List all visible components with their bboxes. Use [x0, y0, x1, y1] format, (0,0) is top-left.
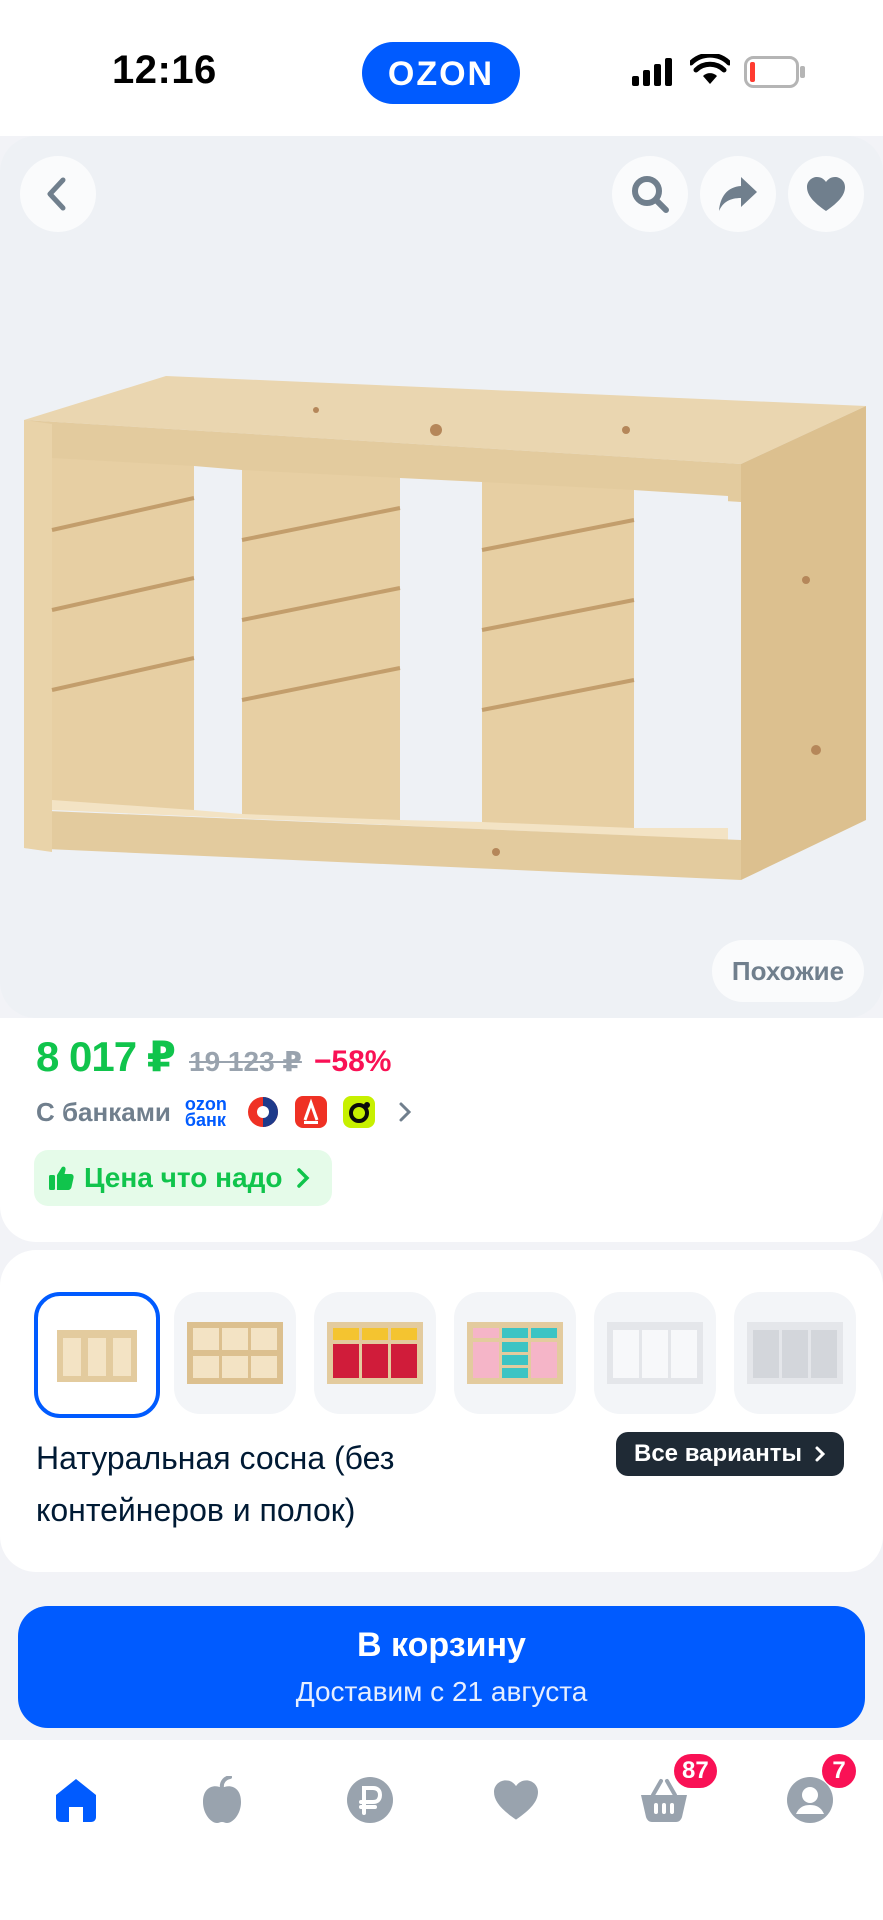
variant-thumb-white-boxes[interactable]	[734, 1292, 856, 1414]
variant-image	[187, 1322, 283, 1384]
bank-logo-alfa-icon	[294, 1096, 327, 1128]
variant-image	[747, 1322, 843, 1384]
product-gallery[interactable]: Похожие	[0, 136, 883, 1018]
bottom-navigation: 87 7	[0, 1740, 883, 1920]
variant-thumb-natural-pine[interactable]	[34, 1292, 160, 1418]
wifi-icon	[690, 54, 730, 84]
ozon-bank-logo: ozon банк	[184, 1095, 237, 1130]
price-row: 8 017 ₽ 19 123 ₽ −58%	[36, 1032, 391, 1088]
nav-finance[interactable]	[338, 1768, 402, 1832]
variant-thumbnails[interactable]	[34, 1292, 883, 1418]
promo-label: Цена что надо	[84, 1162, 283, 1193]
share-arrow-icon	[719, 177, 757, 211]
selected-variant-name: Натуральная сосна (без контейнеров и пол…	[36, 1440, 395, 1528]
favorite-button[interactable]	[788, 156, 864, 232]
cellular-signal-icon	[632, 58, 672, 86]
bank-logo-green-icon	[342, 1096, 375, 1128]
delivery-date-label: Доставим с 21 августа	[295, 1676, 588, 1707]
variant-thumb-red-yellow-boxes[interactable]	[314, 1292, 436, 1414]
add-to-cart-button[interactable]: В корзину Доставим с 21 августа	[18, 1606, 865, 1728]
status-bar: 12:16 OZON	[0, 0, 883, 136]
nav-fresh[interactable]	[190, 1768, 254, 1832]
variant-image	[327, 1322, 423, 1384]
add-to-cart-label: В корзину	[357, 1626, 526, 1664]
old-price: 19 123 ₽	[189, 1046, 302, 1077]
variants-section: Натуральная сосна (без контейнеров и пол…	[0, 1250, 883, 1572]
apple-icon	[203, 1776, 241, 1823]
bank-offers-row[interactable]: С банками ozon банк	[36, 1092, 413, 1132]
search-icon	[632, 176, 669, 213]
ozon-bank-logo-line2: банк	[184, 1110, 226, 1130]
home-icon	[56, 1779, 96, 1822]
price-section: 8 017 ₽ 19 123 ₽ −58% С банками ozon бан…	[0, 1018, 883, 1242]
product-image-shelf	[24, 376, 866, 880]
variant-image	[607, 1322, 703, 1384]
similar-products-button[interactable]: Похожие	[712, 940, 864, 1002]
nav-profile[interactable]: 7	[778, 1754, 856, 1832]
chevron-right-icon	[297, 1168, 310, 1188]
profile-notification-badge: 7	[822, 1754, 856, 1788]
banks-label: С банками	[36, 1096, 171, 1127]
chevron-left-icon	[47, 177, 66, 211]
variant-thumb-pink-turquoise-boxes[interactable]	[454, 1292, 576, 1414]
current-price: 8 017 ₽	[36, 1033, 176, 1080]
variant-image	[57, 1330, 137, 1382]
ozon-logo[interactable]: OZON	[362, 42, 520, 104]
cart-count-badge: 87	[674, 1754, 717, 1788]
variant-thumb-white[interactable]	[594, 1292, 716, 1414]
nav-home[interactable]	[44, 1768, 108, 1832]
price-promo-badge[interactable]: Цена что надо	[34, 1150, 333, 1206]
back-button[interactable]	[20, 156, 96, 232]
ozon-logo-text: OZON	[387, 55, 495, 93]
heart-icon	[807, 177, 845, 211]
variant-image	[467, 1322, 563, 1384]
ruble-icon	[347, 1777, 393, 1823]
thumbs-up-icon	[49, 1166, 74, 1190]
search-button[interactable]	[612, 156, 688, 232]
battery-icon	[744, 56, 805, 88]
discount-percent: −58%	[313, 1045, 392, 1078]
bank-logo-red-blue-icon	[247, 1096, 279, 1128]
all-variants-label: Все варианты	[634, 1440, 802, 1467]
status-time: 12:16	[112, 48, 217, 92]
chevron-right-icon	[399, 1102, 412, 1122]
variant-thumb-shelves[interactable]	[174, 1292, 296, 1414]
heart-icon	[494, 1780, 538, 1820]
share-button[interactable]	[700, 156, 776, 232]
nav-favorites[interactable]	[484, 1768, 548, 1832]
all-variants-button[interactable]: Все варианты	[616, 1432, 844, 1476]
chevron-right-icon	[815, 1446, 826, 1462]
nav-cart[interactable]: 87	[632, 1754, 717, 1832]
